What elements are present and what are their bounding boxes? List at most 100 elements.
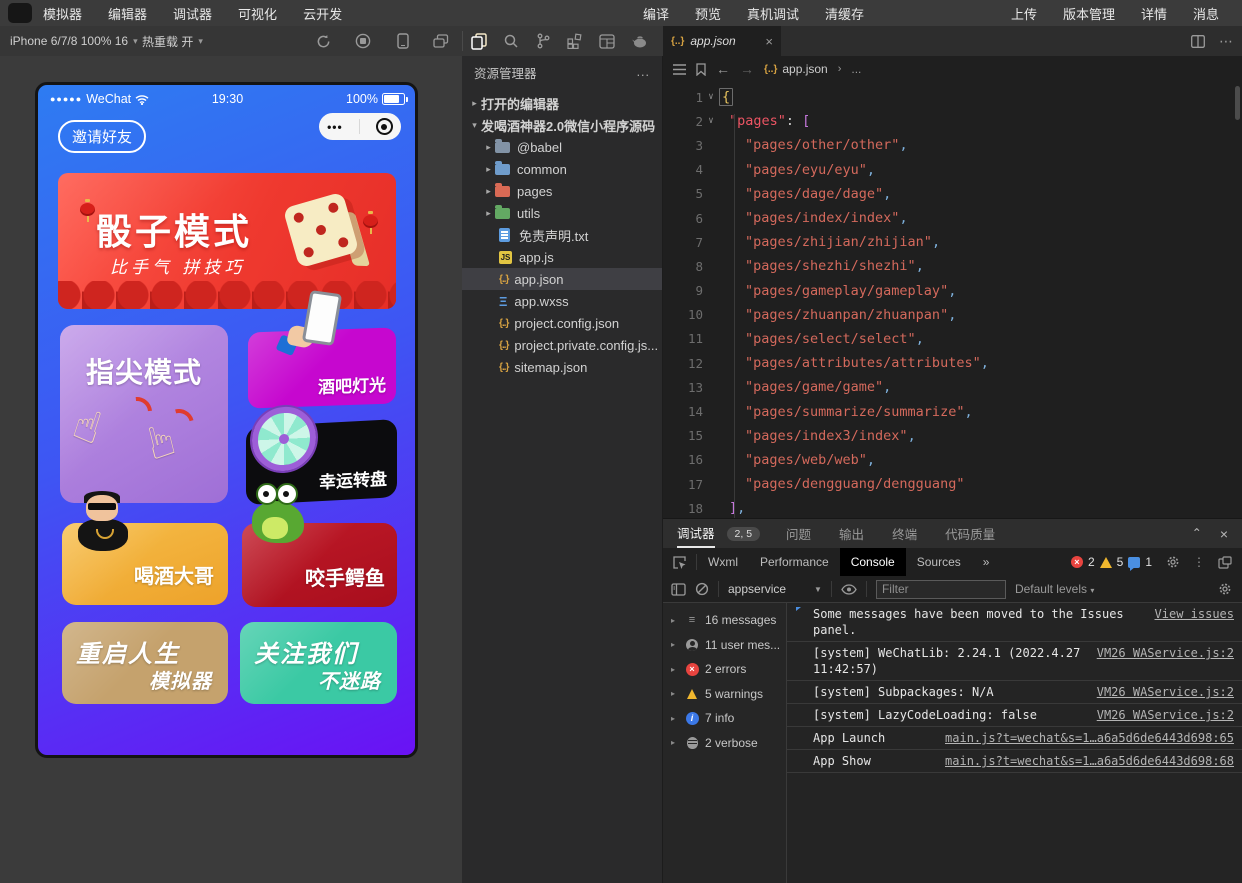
forward-icon[interactable]: → (740, 61, 754, 77)
record-stop-icon[interactable] (354, 32, 372, 50)
code-line[interactable]: 17"pages/dengguang/dengguang" (663, 472, 1242, 496)
expand-arrow-icon[interactable]: ▸ (671, 714, 679, 723)
breadcrumb-file[interactable]: {..} app.json (764, 62, 828, 76)
outline-icon[interactable] (673, 64, 686, 75)
back-icon[interactable]: ← (716, 61, 730, 77)
code-line[interactable]: 2∨"pages": [ (663, 109, 1242, 133)
menu-cloud[interactable]: 云开发 (290, 4, 355, 23)
source-link[interactable]: main.js?t=wechat&s=1…a6a5d6de6443d698:65 (945, 730, 1234, 746)
code-line[interactable]: 4"pages/eyu/eyu", (663, 158, 1242, 182)
console-message[interactable]: VM26 WAService.js:2[system] Subpackages:… (787, 681, 1242, 704)
menu-compile[interactable]: 编译 (630, 4, 682, 23)
close-panel-icon[interactable]: × (1220, 526, 1228, 542)
menu-upload[interactable]: 上传 (998, 4, 1050, 23)
console-filter-item[interactable]: ▸≡16 messages (663, 608, 786, 633)
card-drinking-bro[interactable]: 喝酒大哥 (62, 523, 228, 605)
tree-item[interactable]: {..}project.config.json (462, 312, 662, 334)
console-message[interactable]: main.js?t=wechat&s=1…a6a5d6de6443d698:65… (787, 727, 1242, 750)
invite-friends-button[interactable]: 邀请好友 (58, 120, 146, 153)
search-icon[interactable] (502, 32, 520, 50)
tree-item[interactable]: {..}app.json (462, 268, 662, 290)
layout-icon[interactable] (598, 32, 616, 50)
devtools-tabs-more[interactable]: » (972, 548, 1001, 576)
devtools-tab-performance[interactable]: Performance (749, 548, 840, 576)
console-filter-item[interactable]: ▸2 verbose (663, 731, 786, 756)
bookmark-icon[interactable] (696, 63, 706, 76)
menu-clear-cache[interactable]: 清缓存 (812, 4, 877, 23)
console-settings-icon[interactable] (1218, 582, 1232, 596)
inspect-element-icon[interactable] (663, 555, 696, 570)
devtools-tab-wxml[interactable]: Wxml (697, 548, 749, 576)
eye-icon[interactable] (841, 584, 857, 595)
code-line[interactable]: 8"pages/shezhi/shezhi", (663, 254, 1242, 278)
code-line[interactable]: 10"pages/zhuanpan/zhuanpan", (663, 303, 1242, 327)
expand-arrow-icon[interactable]: ▸ (671, 738, 679, 747)
source-link[interactable]: View issues (1155, 606, 1234, 622)
tree-item[interactable]: Ξapp.wxss (462, 290, 662, 312)
code-line[interactable]: 6"pages/index/index", (663, 206, 1242, 230)
breadcrumb-more[interactable]: ... (851, 62, 861, 76)
menu-messages[interactable]: 消息 (1180, 4, 1232, 23)
capsule-close-icon[interactable] (376, 118, 393, 135)
tree-arrow-icon[interactable]: ▸ (482, 164, 495, 175)
explorer-more-icon[interactable]: ... (637, 65, 650, 79)
expand-arrow-icon[interactable]: ▸ (671, 640, 679, 649)
menu-details[interactable]: 详情 (1128, 4, 1180, 23)
code-line[interactable]: 15"pages/index3/index", (663, 424, 1242, 448)
code-line[interactable]: 9"pages/gameplay/gameplay", (663, 279, 1242, 303)
dice-mode-banner[interactable]: 骰子模式 比手气 拼技巧 (58, 173, 396, 309)
tree-arrow-icon[interactable]: ▸ (468, 98, 481, 109)
tree-item[interactable]: {..}project.private.config.js... (462, 334, 662, 356)
menu-simulator[interactable]: 模拟器 (30, 4, 95, 23)
console-message[interactable]: View issuesSome messages have been moved… (787, 603, 1242, 642)
collapse-panel-icon[interactable]: ⌃ (1192, 526, 1202, 542)
console-filter-item[interactable]: ▸×2 errors (663, 657, 786, 682)
code-line[interactable]: 16"pages/web/web", (663, 448, 1242, 472)
explorer-files-icon[interactable] (470, 32, 488, 50)
code-line[interactable]: 1∨{ (663, 85, 1242, 109)
tab-debugger[interactable]: 调试器 (677, 519, 715, 548)
extensions-icon[interactable] (566, 32, 584, 50)
devtools-settings-icon[interactable] (1166, 555, 1180, 569)
console-sidebar-toggle-icon[interactable] (671, 583, 686, 596)
source-link[interactable]: main.js?t=wechat&s=1…a6a5d6de6443d698:68 (945, 753, 1234, 769)
code-line[interactable]: 13"pages/game/game", (663, 375, 1242, 399)
code-line[interactable]: 18], (663, 496, 1242, 520)
tab-terminal[interactable]: 终端 (880, 524, 929, 543)
card-bar-light[interactable]: 酒吧灯光 (248, 327, 396, 408)
tree-arrow-icon[interactable]: ▾ (468, 120, 481, 131)
tree-item[interactable]: ▸utils (462, 202, 662, 224)
menu-remote-debug[interactable]: 真机调试 (734, 4, 812, 23)
device-frame-icon[interactable] (394, 32, 412, 50)
menu-editor[interactable]: 编辑器 (95, 4, 160, 23)
hot-reload-toggle[interactable]: 热重载 开▾ (142, 26, 203, 56)
code-line[interactable]: 11"pages/select/select", (663, 327, 1242, 351)
source-link[interactable]: VM26 WAService.js:2 (1097, 645, 1234, 661)
code-area[interactable]: 1∨{2∨"pages": [3"pages/other/other",4"pa… (663, 82, 1242, 518)
card-follow-us[interactable]: 关注我们 不迷路 (240, 622, 397, 704)
console-filter-item[interactable]: ▸11 user mes... (663, 633, 786, 658)
console-context-select[interactable]: appservice ▼ (728, 582, 822, 596)
expand-arrow-icon[interactable]: ▸ (671, 689, 679, 698)
device-selector[interactable]: iPhone 6/7/8 100% 16▾ (10, 26, 138, 56)
tree-item[interactable]: ▾发喝酒神器2.0微信小程序源码 (462, 114, 662, 136)
log-levels-select[interactable]: Default levels ▾ (1015, 582, 1094, 596)
git-branch-icon[interactable] (534, 32, 552, 50)
code-line[interactable]: 14"pages/summarize/summarize", (663, 399, 1242, 423)
menu-visualization[interactable]: 可视化 (225, 4, 290, 23)
clear-console-icon[interactable] (695, 582, 709, 596)
warning-count[interactable]: 5 (1117, 555, 1124, 569)
tree-arrow-icon[interactable]: ▸ (482, 186, 495, 197)
filter-input[interactable]: Filter (876, 580, 1006, 599)
editor-scrollbar[interactable] (1235, 86, 1240, 120)
undock-icon[interactable] (1218, 556, 1232, 569)
console-message[interactable]: main.js?t=wechat&s=1…a6a5d6de6443d698:68… (787, 750, 1242, 773)
code-line[interactable]: 12"pages/attributes/attributes", (663, 351, 1242, 375)
console-filter-item[interactable]: ▸i7 info (663, 706, 786, 731)
expand-arrow-icon[interactable]: ▸ (671, 665, 679, 674)
tab-output[interactable]: 输出 (827, 524, 876, 543)
capsule-more-icon[interactable]: ••• (327, 120, 343, 134)
tab-app-json[interactable]: {..} app.json × (663, 26, 781, 56)
tree-arrow-icon[interactable]: ▸ (482, 142, 495, 153)
code-line[interactable]: 3"pages/other/other", (663, 133, 1242, 157)
